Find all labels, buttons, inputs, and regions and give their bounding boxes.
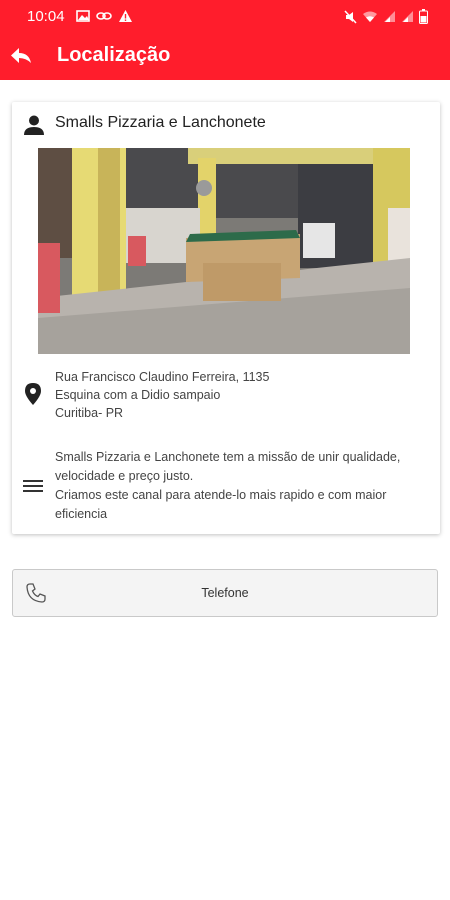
phone-button-label: Telefone bbox=[201, 586, 249, 600]
address-line: Esquina com a Didio sampaio bbox=[55, 388, 221, 402]
warning-icon bbox=[119, 10, 132, 22]
wifi-icon bbox=[363, 11, 377, 22]
status-bar: 10:04 bbox=[0, 0, 450, 33]
signal-icon bbox=[384, 11, 395, 22]
status-time: 10:04 bbox=[27, 8, 65, 25]
battery-icon bbox=[419, 9, 428, 24]
back-arrow-icon bbox=[11, 48, 31, 63]
description-line: Smalls Pizzaria e Lanchonete tem a missã… bbox=[55, 450, 401, 464]
status-left-icons bbox=[76, 9, 133, 23]
description-line: Criamos este canal para atende-lo mais r… bbox=[55, 488, 387, 502]
app-bar: Localização bbox=[0, 33, 450, 80]
phone-button[interactable]: Telefone bbox=[12, 569, 438, 617]
signal-icon bbox=[402, 11, 413, 22]
link-icon bbox=[96, 12, 112, 20]
page-title: Localização bbox=[57, 44, 171, 66]
address-line: Rua Francisco Claudino Ferreira, 1135 bbox=[55, 370, 270, 384]
person-icon bbox=[24, 115, 44, 135]
status-right-icons bbox=[344, 9, 428, 24]
restaurant-photo bbox=[38, 148, 410, 354]
back-button[interactable] bbox=[6, 41, 36, 71]
description-line: velocidade e preço justo. bbox=[55, 469, 194, 483]
description-block: Smalls Pizzaria e Lanchonete tem a missã… bbox=[55, 448, 427, 524]
address-line: Curitiba- PR bbox=[55, 406, 124, 420]
location-card: Smalls Pizzaria e Lanchonete Rua Francis… bbox=[12, 102, 440, 534]
mute-icon bbox=[344, 9, 357, 24]
location-pin-icon bbox=[25, 383, 41, 405]
menu-lines-icon bbox=[23, 480, 43, 492]
description-line: eficiencia bbox=[55, 507, 108, 521]
business-name: Smalls Pizzaria e Lanchonete bbox=[55, 114, 266, 131]
image-icon bbox=[76, 10, 90, 22]
address-block: Rua Francisco Claudino Ferreira, 1135 Es… bbox=[55, 368, 269, 422]
